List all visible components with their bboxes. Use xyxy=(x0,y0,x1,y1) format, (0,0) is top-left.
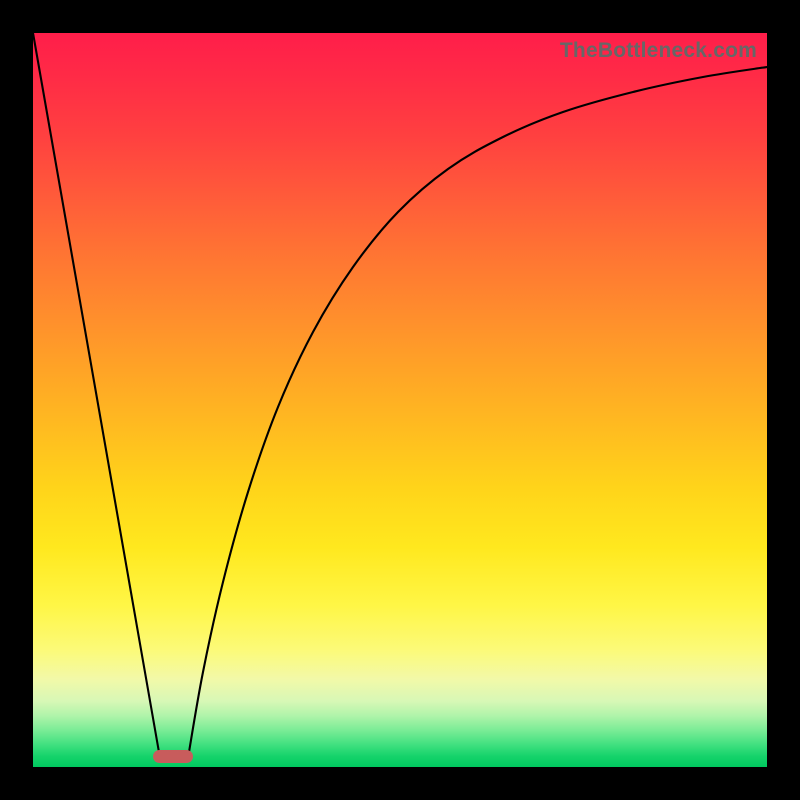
right-curve-path xyxy=(188,67,767,758)
left-line-path xyxy=(33,33,160,758)
min-marker xyxy=(153,750,193,763)
watermark-text: TheBottleneck.com xyxy=(560,39,757,63)
plot-area: TheBottleneck.com xyxy=(33,33,767,767)
chart-frame: TheBottleneck.com xyxy=(0,0,800,800)
curve-layer xyxy=(33,33,767,767)
